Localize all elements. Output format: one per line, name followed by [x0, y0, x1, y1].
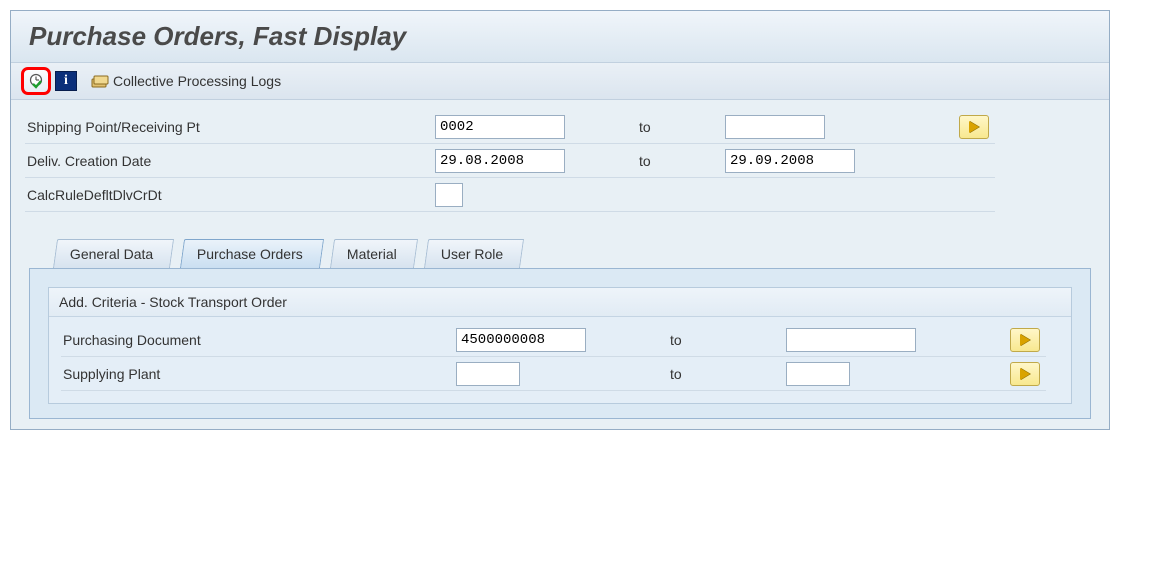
label-deliv-creation-date: Deliv. Creation Date	[25, 144, 435, 178]
shipping-point-multiselect-button[interactable]	[959, 115, 989, 139]
tab-material[interactable]: Material	[330, 239, 418, 268]
supplying-plant-to-input[interactable]	[786, 362, 850, 386]
shipping-point-from-input[interactable]	[435, 115, 565, 139]
sap-window: Purchase Orders, Fast Display i Collecti…	[10, 10, 1110, 430]
label-calc-rule: CalcRuleDefltDlvCrDt	[25, 178, 435, 212]
purchasing-document-multiselect-button[interactable]	[1010, 328, 1040, 352]
tab-body-purchase-orders: Add. Criteria - Stock Transport Order Pu…	[29, 268, 1091, 419]
group-stock-transport-order: Add. Criteria - Stock Transport Order Pu…	[48, 287, 1072, 404]
row-purchasing-document: Purchasing Document to	[61, 323, 1059, 357]
supplying-plant-from-input[interactable]	[456, 362, 520, 386]
row-shipping-point: Shipping Point/Receiving Pt to	[25, 110, 1095, 144]
execute-button[interactable]	[23, 69, 49, 93]
shipping-point-to-input[interactable]	[725, 115, 825, 139]
row-supplying-plant: Supplying Plant to	[61, 357, 1059, 391]
row-calc-rule: CalcRuleDefltDlvCrDt	[25, 178, 1095, 212]
deliv-date-to-input[interactable]	[725, 149, 855, 173]
page-title: Purchase Orders, Fast Display	[29, 21, 1091, 52]
tab-user-role[interactable]: User Role	[424, 239, 524, 268]
collective-logs-label: Collective Processing Logs	[113, 73, 281, 89]
arrow-right-icon	[1020, 368, 1030, 380]
arrow-right-icon	[969, 121, 979, 133]
to-label: to	[656, 323, 786, 357]
supplying-plant-multiselect-button[interactable]	[1010, 362, 1040, 386]
group-title: Add. Criteria - Stock Transport Order	[49, 288, 1071, 317]
label-shipping-point: Shipping Point/Receiving Pt	[25, 110, 435, 144]
purchasing-document-to-input[interactable]	[786, 328, 916, 352]
tabstrip-area: General Data Purchase Orders Material Us…	[11, 216, 1109, 429]
row-deliv-creation-date: Deliv. Creation Date to	[25, 144, 1095, 178]
label-purchasing-document: Purchasing Document	[61, 323, 456, 357]
clock-check-icon	[28, 73, 44, 89]
purchasing-document-from-input[interactable]	[456, 328, 586, 352]
tab-purchase-orders[interactable]: Purchase Orders	[180, 239, 324, 268]
tab-general-data[interactable]: General Data	[53, 239, 174, 268]
log-stack-icon	[91, 73, 109, 89]
calc-rule-input[interactable]	[435, 183, 463, 207]
to-label: to	[625, 144, 725, 178]
collective-logs-button[interactable]: Collective Processing Logs	[87, 73, 285, 89]
tabstrip: General Data Purchase Orders Material Us…	[55, 238, 1095, 268]
deliv-date-from-input[interactable]	[435, 149, 565, 173]
titlebar: Purchase Orders, Fast Display	[11, 11, 1109, 63]
toolbar: i Collective Processing Logs	[11, 63, 1109, 100]
arrow-right-icon	[1020, 334, 1030, 346]
info-button[interactable]: i	[55, 71, 77, 91]
label-supplying-plant: Supplying Plant	[61, 357, 456, 391]
selection-area: Shipping Point/Receiving Pt to Deliv. Cr…	[11, 100, 1109, 216]
to-label: to	[625, 110, 725, 144]
to-label: to	[656, 357, 786, 391]
